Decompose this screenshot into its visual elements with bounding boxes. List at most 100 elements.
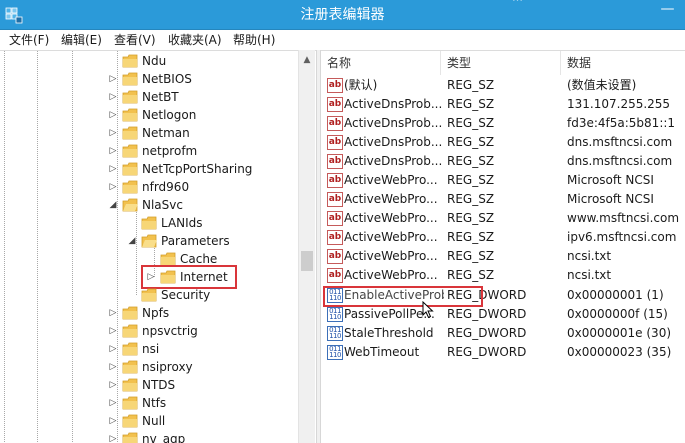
value-row[interactable]: ab ActiveWebPro... REG_SZ ipv6.msftncsi.… <box>321 228 685 247</box>
value-row[interactable]: ab ActiveDnsProb... REG_SZ fd3e:4f5a:5b8… <box>321 114 685 133</box>
folder-icon <box>122 378 138 392</box>
expand-arrow-icon[interactable]: ▷ <box>108 110 118 120</box>
value-name: ActiveWebPro... <box>344 173 438 187</box>
value-row[interactable]: ab ActiveDnsProb... REG_SZ dns.msftncsi.… <box>321 133 685 152</box>
string-value-icon: ab <box>327 97 343 112</box>
folder-icon <box>122 306 138 320</box>
enableactiveprobing-highlight-box <box>323 286 483 307</box>
tree-item-label: Ndu <box>142 54 167 68</box>
value-name: ActiveWebPro... <box>344 230 438 244</box>
value-type: REG_SZ <box>447 173 495 187</box>
string-value-icon: ab <box>327 135 343 150</box>
key-tree[interactable]: Ndu ▷ NetBIOS ▷ NetBT ▷ Netlogon ▷ Netma… <box>0 50 316 443</box>
window-title: 注册表编辑器 <box>300 7 385 23</box>
scroll-up-arrow-icon[interactable]: ▲ <box>299 52 315 68</box>
folder-icon <box>160 252 176 266</box>
column-header-name[interactable]: 名称 <box>321 51 441 75</box>
tree-item-label: NetBIOS <box>142 72 192 86</box>
value-data: www.msftncsi.com <box>567 211 680 225</box>
tree-guide <box>37 51 38 443</box>
menu-bar: 文件(F) 编辑(E) 查看(V) 收藏夹(A) 帮助(H) <box>0 30 685 49</box>
expand-arrow-icon[interactable]: ▷ <box>108 146 118 156</box>
expand-arrow-icon[interactable]: ▷ <box>108 182 118 192</box>
expand-arrow-icon[interactable]: ▷ <box>108 128 118 138</box>
dword-value-icon: 011 110 <box>327 345 343 360</box>
tree-item-label: Security <box>161 288 211 302</box>
string-value-icon: ab <box>327 268 343 283</box>
expand-arrow-icon[interactable]: ▷ <box>108 416 118 426</box>
tree-item-label: NTDS <box>142 378 176 392</box>
value-type: REG_DWORD <box>447 345 527 359</box>
mouse-pointer-icon <box>422 301 434 319</box>
scroll-thumb[interactable] <box>301 251 313 271</box>
value-type: REG_SZ <box>447 78 495 92</box>
tree-item-label: nsiproxy <box>142 360 193 374</box>
expand-arrow-icon[interactable]: ▷ <box>108 74 118 84</box>
value-row[interactable]: 011 110 StaleThreshold REG_DWORD 0x000000… <box>321 324 685 343</box>
value-row[interactable]: ab ActiveDnsProb... REG_SZ dns.msftncsi.… <box>321 152 685 171</box>
value-name: ActiveDnsProb... <box>344 116 443 130</box>
string-value-icon: ab <box>327 154 343 169</box>
tree-item-label: nsi <box>142 342 160 356</box>
string-value-icon: ab <box>327 249 343 264</box>
value-data: Microsoft NCSI <box>567 192 654 206</box>
minimize-button[interactable]: — <box>650 0 685 22</box>
folder-icon <box>141 216 157 230</box>
tree-item-label: LANIds <box>161 216 203 230</box>
expand-arrow-icon[interactable]: ▷ <box>108 434 118 443</box>
value-type: REG_DWORD <box>447 307 527 321</box>
tree-vertical-scrollbar[interactable]: ▲ <box>298 50 315 443</box>
value-type: REG_SZ <box>447 211 495 225</box>
value-row[interactable]: 011 110 WebTimeout REG_DWORD 0x00000023 (… <box>321 343 685 362</box>
menu-favorites[interactable]: 收藏夹(A) <box>168 31 222 49</box>
value-data: 131.107.255.255 <box>567 97 671 111</box>
string-value-icon: ab <box>327 78 343 93</box>
tree-item-label: nv_agp <box>142 432 186 443</box>
menu-view[interactable]: 查看(V) <box>114 31 156 49</box>
value-name: ActiveWebPro... <box>344 192 438 206</box>
tree-item-label: NetTcpPortSharing <box>142 162 253 176</box>
menu-help[interactable]: 帮助(H) <box>233 31 275 49</box>
column-header-data[interactable]: 数据 <box>561 51 685 75</box>
folder-icon <box>122 324 138 338</box>
value-name: ActiveWebPro... <box>344 268 438 282</box>
value-row[interactable]: ab ActiveWebPro... REG_SZ ncsi.txt <box>321 266 685 285</box>
expand-arrow-icon[interactable]: ▷ <box>108 326 118 336</box>
value-row[interactable]: ab ActiveWebPro... REG_SZ www.msftncsi.c… <box>321 209 685 228</box>
value-row[interactable]: ab (默认) REG_SZ (数值未设置) <box>321 76 685 95</box>
collapse-arrow-icon[interactable]: ◢ <box>127 236 137 246</box>
dword-value-icon: 011 110 <box>327 326 343 341</box>
value-name: ActiveDnsProb... <box>344 135 443 149</box>
folder-icon <box>122 126 138 140</box>
tree-item-label: Ntfs <box>142 396 167 410</box>
expand-arrow-icon[interactable]: ▷ <box>108 344 118 354</box>
value-name: ActiveDnsProb... <box>344 154 443 168</box>
folder-icon <box>122 108 138 122</box>
menu-file[interactable]: 文件(F) <box>9 31 49 49</box>
menu-edit[interactable]: 编辑(E) <box>61 31 102 49</box>
expand-arrow-icon[interactable]: ▷ <box>108 308 118 318</box>
value-data: ipv6.msftncsi.com <box>567 230 677 244</box>
expand-arrow-icon[interactable]: ▷ <box>108 380 118 390</box>
expand-arrow-icon[interactable]: ▷ <box>108 398 118 408</box>
value-data: dns.msftncsi.com <box>567 154 673 168</box>
values-list[interactable]: 名称 类型 数据 ab (默认) REG_SZ (数值未设置) ab Activ… <box>321 50 685 443</box>
folder-icon <box>122 90 138 104</box>
value-row[interactable]: ab ActiveWebPro... REG_SZ Microsoft NCSI <box>321 171 685 190</box>
value-row[interactable]: 011 110 PassivePollPe... REG_DWORD 0x0000… <box>321 305 685 324</box>
tree-item-label: netprofm <box>142 144 198 158</box>
value-type: REG_SZ <box>447 230 495 244</box>
dword-value-icon: 011 110 <box>327 307 343 322</box>
collapse-arrow-icon[interactable]: ◢ <box>108 200 118 210</box>
value-row[interactable]: ab ActiveDnsProb... REG_SZ 131.107.255.2… <box>321 95 685 114</box>
expand-arrow-icon[interactable]: ▷ <box>108 92 118 102</box>
value-type: REG_SZ <box>447 268 495 282</box>
column-header-type[interactable]: 类型 <box>441 51 561 75</box>
expand-arrow-icon[interactable]: ▷ <box>108 164 118 174</box>
tree-item-label: Parameters <box>161 234 230 248</box>
value-row[interactable]: ab ActiveWebPro... REG_SZ Microsoft NCSI <box>321 190 685 209</box>
string-value-icon: ab <box>327 192 343 207</box>
expand-arrow-icon[interactable]: ▷ <box>108 362 118 372</box>
value-row[interactable]: ab ActiveWebPro... REG_SZ ncsi.txt <box>321 247 685 266</box>
value-data: 0x00000023 (35) <box>567 345 672 359</box>
